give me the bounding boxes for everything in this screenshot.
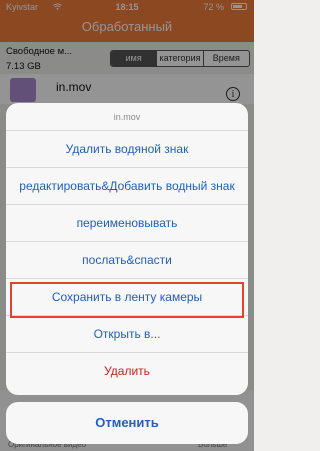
- remove-watermark-button[interactable]: Удалить водяной знак: [6, 131, 248, 168]
- cancel-button[interactable]: Отменить: [6, 402, 248, 444]
- rename-button[interactable]: переименовывать: [6, 205, 248, 242]
- open-in-button[interactable]: Открыть в...: [6, 316, 248, 353]
- send-save-button[interactable]: послать&спасти: [6, 242, 248, 279]
- delete-button[interactable]: Удалить: [6, 353, 248, 390]
- action-sheet: in.mov Удалить водяной знак редактироват…: [6, 103, 248, 395]
- edit-add-watermark-button[interactable]: редактировать&Добавить водный знак: [6, 168, 248, 205]
- highlight-frame: [10, 282, 244, 318]
- action-sheet-title: in.mov: [6, 103, 248, 131]
